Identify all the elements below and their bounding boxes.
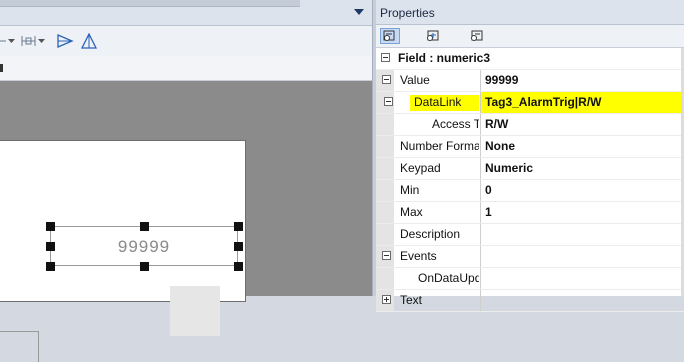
section-header-label: Field : numeric3 <box>398 51 491 65</box>
numeric-field-widget[interactable]: 99999 <box>50 226 238 266</box>
property-name: Max <box>400 205 423 219</box>
resize-handle[interactable] <box>234 262 243 271</box>
dropdown-arrow-icon[interactable] <box>8 32 16 50</box>
design-page[interactable]: 99999 <box>0 140 246 362</box>
property-name: Keypad <box>400 161 441 175</box>
tab-strip-background <box>0 0 300 7</box>
property-value-cell[interactable] <box>480 246 684 267</box>
properties-title: Properties <box>380 6 435 20</box>
property-name: Number Format <box>400 139 479 153</box>
resize-handle[interactable] <box>46 262 55 271</box>
frame-widget[interactable] <box>0 331 39 362</box>
collapse-icon[interactable] <box>384 97 393 106</box>
resize-handle[interactable] <box>234 222 243 231</box>
property-row-on-data-update[interactable]: OnDataUpdate <box>376 268 684 290</box>
property-name: Events <box>400 249 437 263</box>
property-name: OnDataUpdate <box>418 271 479 285</box>
row-gutter <box>376 268 394 289</box>
resize-handle[interactable] <box>46 222 55 231</box>
property-value-cell[interactable]: Tag3_AlarmTrig|R/W <box>480 92 684 113</box>
ruler <box>0 56 372 81</box>
property-row-min[interactable]: Min 0 <box>376 180 684 202</box>
property-value-cell[interactable]: 99999 <box>480 70 684 91</box>
row-gutter <box>376 114 394 135</box>
property-name: Description <box>400 227 461 241</box>
property-row-datalink[interactable]: DataLink Tag3_AlarmTrig|R/W <box>376 92 684 114</box>
property-value: Numeric <box>485 161 534 175</box>
property-grid-icon[interactable] <box>380 28 400 44</box>
property-value-cell[interactable]: 1 <box>480 202 684 223</box>
design-workspace[interactable]: 99999 <box>0 81 372 362</box>
collapse-icon[interactable] <box>382 251 391 260</box>
property-row-description[interactable]: Description <box>376 224 684 246</box>
collapse-icon[interactable] <box>381 53 390 62</box>
placeholder-widget[interactable] <box>170 286 220 336</box>
property-value: 1 <box>485 205 492 219</box>
property-row-events[interactable]: Events <box>376 246 684 268</box>
property-value-cell[interactable] <box>480 224 684 245</box>
property-value-cell[interactable]: None <box>480 136 684 157</box>
property-value-cell[interactable]: 0 <box>480 180 684 201</box>
row-gutter <box>376 202 394 223</box>
property-name: Access Type <box>432 117 479 131</box>
resize-handle[interactable] <box>234 242 243 251</box>
resize-handle[interactable] <box>46 242 55 251</box>
property-row-max[interactable]: Max 1 <box>376 202 684 224</box>
property-value-cell[interactable] <box>480 290 684 311</box>
property-name: Value <box>400 73 430 87</box>
property-row-number-format[interactable]: Number Format None <box>376 136 684 158</box>
property-value-cell[interactable]: R/W <box>480 114 684 135</box>
property-row-keypad[interactable]: Keypad Numeric <box>376 158 684 180</box>
chevron-down-icon[interactable] <box>354 9 364 15</box>
events-grid-icon[interactable] <box>422 28 442 44</box>
property-row-text[interactable]: Text <box>376 290 684 312</box>
property-value: 0 <box>485 183 492 197</box>
properties-title-bar: Properties <box>376 0 684 25</box>
ruler-tick <box>0 64 3 72</box>
row-gutter <box>376 136 394 157</box>
property-name: Min <box>400 183 420 197</box>
property-value-cell[interactable]: Numeric <box>480 158 684 179</box>
numeric-field-value: 99999 <box>117 237 171 256</box>
flip-vertical-icon[interactable] <box>80 32 98 50</box>
flip-horizontal-icon[interactable] <box>56 32 74 50</box>
property-value: R/W <box>485 117 509 131</box>
row-gutter <box>376 180 394 201</box>
property-section-header[interactable]: Field : numeric3 <box>376 48 684 70</box>
properties-panel: Properties Field : numeric3 Value 99999 <box>376 0 684 312</box>
resize-handle[interactable] <box>140 222 149 231</box>
property-value: 99999 <box>485 73 519 87</box>
properties-toolbar <box>376 25 684 48</box>
property-grid: Field : numeric3 Value 99999 DataLink Ta… <box>376 48 684 312</box>
property-name: Text <box>400 293 423 307</box>
row-gutter <box>376 224 394 245</box>
dropdown-arrow-icon[interactable] <box>38 32 46 50</box>
resize-handle[interactable] <box>140 262 149 271</box>
property-value-cell[interactable] <box>480 268 684 289</box>
property-value: Tag3_AlarmTrig|R/W <box>485 95 602 109</box>
property-row-value[interactable]: Value 99999 <box>376 70 684 92</box>
designer-tab-strip <box>0 0 372 26</box>
row-gutter <box>376 158 394 179</box>
categorized-icon[interactable] <box>466 28 486 44</box>
designer-pane: 99999 <box>0 0 372 362</box>
designer-toolbar <box>0 26 372 56</box>
expand-icon[interactable] <box>382 295 391 304</box>
distribute-horizontal-icon[interactable] <box>20 32 38 50</box>
property-row-access-type[interactable]: Access Type R/W <box>376 114 684 136</box>
property-value: None <box>485 139 515 153</box>
collapse-icon[interactable] <box>382 75 391 84</box>
property-name: DataLink <box>410 95 479 111</box>
